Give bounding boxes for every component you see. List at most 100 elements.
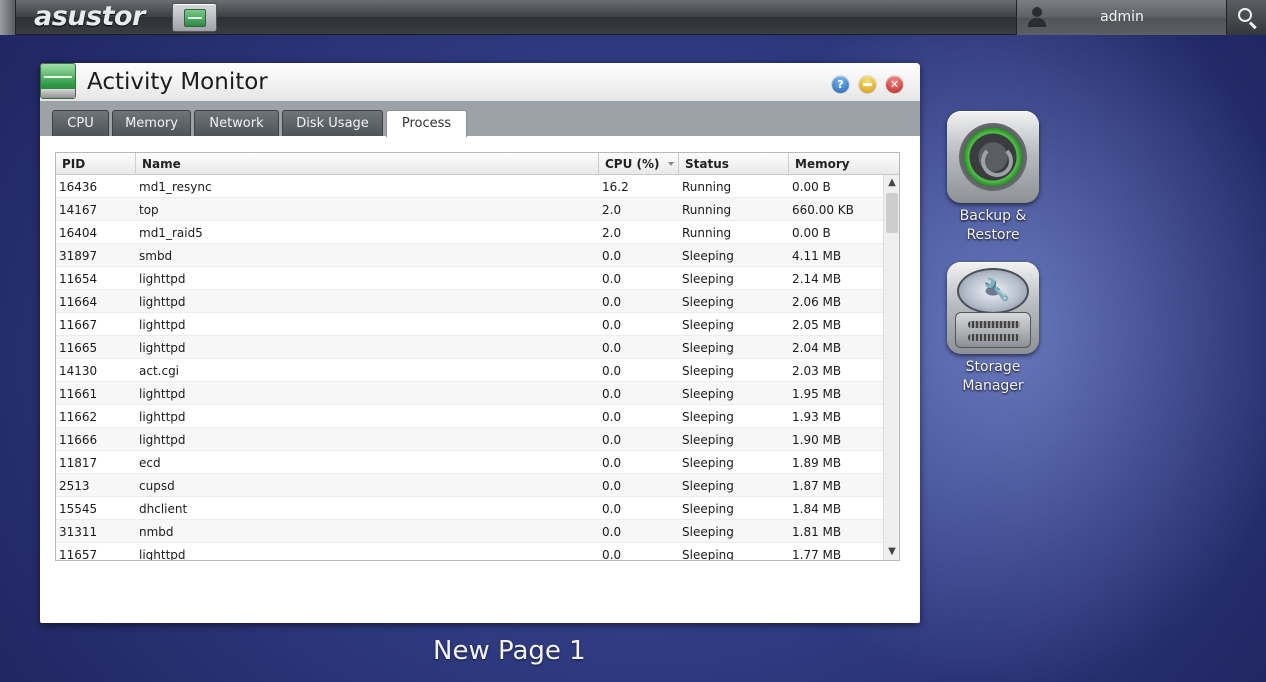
column-header-name[interactable]: Name [136,153,599,175]
cell-status: Sleeping [682,502,734,516]
cell-name: cupsd [139,479,175,493]
cell-memory: 2.04 MB [792,341,842,355]
cell-pid: 14167 [59,203,98,217]
cell-memory: 2.14 MB [792,272,842,286]
cell-pid: 14130 [59,364,98,378]
activity-monitor-taskbar-button[interactable] [172,3,217,32]
cell-status: Sleeping [682,272,734,286]
table-row[interactable]: 14167 top 2.0 Running 660.00 KB [56,198,883,221]
table-row[interactable]: 11667 lighttpd 0.0 Sleeping 2.05 MB [56,313,883,336]
table-row[interactable]: 11662 lighttpd 0.0 Sleeping 1.93 MB [56,405,883,428]
process-table: PID Name CPU (%) Status Memory 16436 md1_… [55,152,900,561]
cell-name: lighttpd [139,272,186,286]
tab-process[interactable]: Process [386,110,467,137]
table-row[interactable]: 31311 nmbd 0.0 Sleeping 1.81 MB [56,520,883,543]
asustor-logo: asustor [34,1,145,32]
taskbar-grip[interactable] [0,0,16,35]
cell-name: lighttpd [139,410,186,424]
cell-pid: 11817 [59,456,98,470]
cell-cpu: 2.0 [602,226,622,240]
help-icon[interactable]: ? [832,76,849,93]
cell-pid: 2513 [59,479,90,493]
cell-status: Sleeping [682,525,734,539]
cell-memory: 660.00 KB [792,203,854,217]
cell-cpu: 16.2 [602,180,629,194]
column-header-cpu[interactable]: CPU (%) [599,153,679,175]
activity-monitor-window: Activity Monitor ? ✕ CPU Memory Network … [40,63,920,623]
tab-disk-usage[interactable]: Disk Usage [282,110,383,136]
desktop-page-label[interactable]: New Page 1 [433,634,586,668]
cell-memory: 1.87 MB [792,479,842,493]
column-header-cpu-label: CPU (%) [605,157,660,171]
cell-pid: 16404 [59,226,98,240]
table-body: 16436 md1_resync 16.2 Running 0.00 B 14167 top… [56,175,883,561]
scroll-down-icon[interactable]: ▼ [884,545,899,559]
cell-pid: 11661 [59,387,98,401]
tab-memory[interactable]: Memory [112,110,191,136]
table-row[interactable]: 11817 ecd 0.0 Sleeping 1.89 MB [56,451,883,474]
cell-memory: 0.00 B [792,180,831,194]
cell-status: Sleeping [682,479,734,493]
table-row[interactable]: 15545 dhclient 0.0 Sleeping 1.84 MB [56,497,883,520]
user-menu[interactable]: admin [1016,0,1226,35]
window-titlebar[interactable]: Activity Monitor ? ✕ [40,63,920,101]
column-header-status[interactable]: Status [679,153,789,175]
table-row[interactable]: 14130 act.cgi 0.0 Sleeping 2.03 MB [56,359,883,382]
cell-status: Sleeping [682,318,734,332]
minimize-icon[interactable] [859,76,876,93]
cell-memory: 1.95 MB [792,387,842,401]
cell-memory: 1.90 MB [792,433,842,447]
cell-name: lighttpd [139,318,186,332]
user-icon [1027,7,1047,27]
table-row[interactable]: 11664 lighttpd 0.0 Sleeping 2.06 MB [56,290,883,313]
column-header-memory[interactable]: Memory [789,153,899,175]
table-row[interactable]: 11665 lighttpd 0.0 Sleeping 2.04 MB [56,336,883,359]
cell-memory: 1.81 MB [792,525,842,539]
desktop-icon-label: Storage Manager [962,359,1024,394]
cell-name: nmbd [139,525,174,539]
tab-cpu[interactable]: CPU [52,110,109,136]
tab-bar: CPU Memory Network Disk Usage Process [40,101,920,137]
table-row[interactable]: 11661 lighttpd 0.0 Sleeping 1.95 MB [56,382,883,405]
search-button[interactable] [1226,0,1266,35]
cell-status: Sleeping [682,456,734,470]
cell-cpu: 0.0 [602,341,622,355]
cell-cpu: 0.0 [602,433,622,447]
cell-status: Sleeping [682,410,734,424]
table-row[interactable]: 2513 cupsd 0.0 Sleeping 1.87 MB [56,474,883,497]
cell-cpu: 0.0 [602,387,622,401]
table-row[interactable]: 11657 lighttpd 0.0 Sleeping 1.77 MB [56,543,883,561]
cell-status: Sleeping [682,364,734,378]
cell-pid: 11667 [59,318,98,332]
cell-name: lighttpd [139,433,186,447]
cell-cpu: 0.0 [602,249,622,263]
cell-name: md1_raid5 [139,226,203,240]
cell-name: top [139,203,159,217]
cell-status: Running [682,180,732,194]
storage-manager-icon [947,262,1039,354]
cell-pid: 11664 [59,295,98,309]
cell-name: ecd [139,456,161,470]
cell-name: lighttpd [139,548,186,561]
table-row[interactable]: 11666 lighttpd 0.0 Sleeping 1.90 MB [56,428,883,451]
cell-status: Sleeping [682,387,734,401]
cell-cpu: 0.0 [602,272,622,286]
cell-status: Sleeping [682,249,734,263]
cell-status: Running [682,203,732,217]
column-header-pid[interactable]: PID [56,153,136,175]
scroll-up-icon[interactable]: ▲ [884,176,899,190]
cell-status: Running [682,226,732,240]
close-icon[interactable]: ✕ [886,76,903,93]
table-row[interactable]: 16404 md1_raid5 2.0 Running 0.00 B [56,221,883,244]
activity-monitor-icon [184,9,206,27]
cell-cpu: 0.0 [602,295,622,309]
scroll-thumb[interactable] [886,193,898,233]
table-row[interactable]: 11654 lighttpd 0.0 Sleeping 2.14 MB [56,267,883,290]
table-scrollbar[interactable]: ▲ ▼ [883,175,899,560]
table-row[interactable]: 16436 md1_resync 16.2 Running 0.00 B [56,175,883,198]
cell-pid: 31311 [59,525,98,539]
cell-pid: 11665 [59,341,98,355]
table-row[interactable]: 31897 smbd 0.0 Sleeping 4.11 MB [56,244,883,267]
tab-network[interactable]: Network [194,110,279,136]
username-label: admin [1100,9,1144,25]
